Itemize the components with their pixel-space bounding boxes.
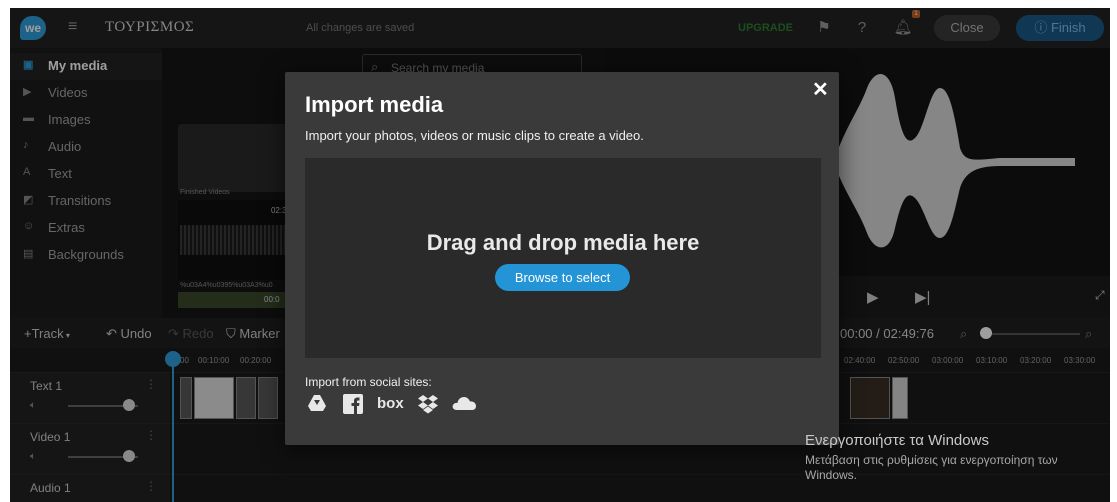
close-icon[interactable]: ✕	[812, 77, 829, 102]
dialog-subtitle: Import your photos, videos or music clip…	[305, 128, 644, 143]
drop-zone-text: Drag and drop media here	[426, 230, 700, 255]
box-icon[interactable]: box	[377, 395, 404, 417]
windows-activation-message: Μετάβαση στις ρυθμίσεις για ενεργοποίηση…	[805, 453, 1058, 482]
dropbox-icon[interactable]	[417, 394, 439, 416]
import-media-dialog: Import media ✕ Import your photos, video…	[285, 72, 839, 445]
google-drive-icon[interactable]	[307, 394, 327, 416]
windows-activation-title: Ενεργοποιήστε τα Windows	[805, 432, 989, 449]
onedrive-icon[interactable]	[451, 394, 477, 416]
dialog-title: Import media	[305, 92, 444, 117]
browse-button[interactable]: Browse to select	[495, 264, 630, 291]
video-editor-app: we ≡ ΤΟΥΡΙΣΜΟΣ All changes are saved UPG…	[10, 8, 1110, 502]
drop-zone[interactable]: Drag and drop media here Browse to selec…	[305, 158, 821, 358]
facebook-icon[interactable]	[343, 394, 363, 416]
social-import-label: Import from social sites:	[305, 375, 432, 389]
